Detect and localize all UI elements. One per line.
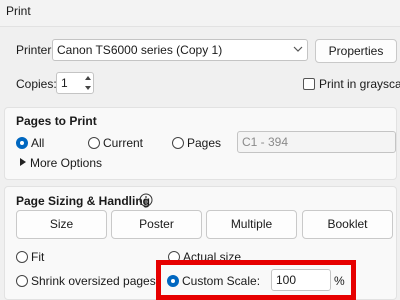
printer-select[interactable]: Canon TS6000 series (Copy 1) (52, 39, 308, 61)
copies-spinner-icon[interactable] (82, 73, 94, 93)
radio-custom-scale-label: Custom Scale: (182, 274, 261, 288)
printer-selected-value: Canon TS6000 series (Copy 1) (57, 43, 223, 57)
radio-actual-size-label: Actual size (183, 250, 242, 264)
more-options-link[interactable]: More Options (30, 156, 102, 170)
radio-fit[interactable] (16, 251, 28, 263)
radio-pages-label: Pages (187, 136, 222, 150)
booklet-button[interactable]: Booklet (302, 210, 393, 239)
pages-range-input[interactable]: C1 - 394 (237, 131, 396, 153)
radio-fit-label: Fit (31, 250, 45, 264)
radio-pages[interactable] (172, 137, 184, 149)
copies-value: 1 (61, 76, 68, 90)
custom-scale-input[interactable]: 100 (271, 269, 331, 291)
radio-all-label: All (31, 136, 45, 150)
radio-current[interactable] (88, 137, 100, 149)
window-title: Print (6, 4, 31, 18)
radio-shrink-oversized-label: Shrink oversized pages (31, 274, 156, 288)
printer-label: Printer: (16, 43, 55, 57)
copies-label: Copies: (16, 77, 57, 91)
chevron-down-icon (293, 46, 303, 52)
properties-button[interactable]: Properties (315, 39, 397, 63)
pages-to-print-heading: Pages to Print (16, 114, 97, 128)
radio-current-label: Current (103, 136, 144, 150)
grayscale-checkbox[interactable] (303, 78, 315, 90)
triangle-right-icon (20, 158, 26, 166)
radio-actual-size[interactable] (168, 251, 180, 263)
size-button[interactable]: Size (16, 210, 107, 239)
page-sizing-heading: Page Sizing & Handling (16, 194, 151, 208)
radio-all[interactable] (16, 137, 28, 149)
percent-label: % (334, 274, 345, 288)
pages-range-value: C1 - 394 (242, 135, 289, 149)
info-icon[interactable] (139, 193, 153, 207)
poster-button[interactable]: Poster (111, 210, 202, 239)
custom-scale-value: 100 (276, 273, 297, 287)
grayscale-label: Print in grayscale (319, 77, 400, 91)
multiple-button[interactable]: Multiple (206, 210, 297, 239)
title-bar (0, 0, 400, 27)
radio-shrink-oversized[interactable] (16, 275, 28, 287)
radio-custom-scale[interactable] (167, 275, 179, 287)
